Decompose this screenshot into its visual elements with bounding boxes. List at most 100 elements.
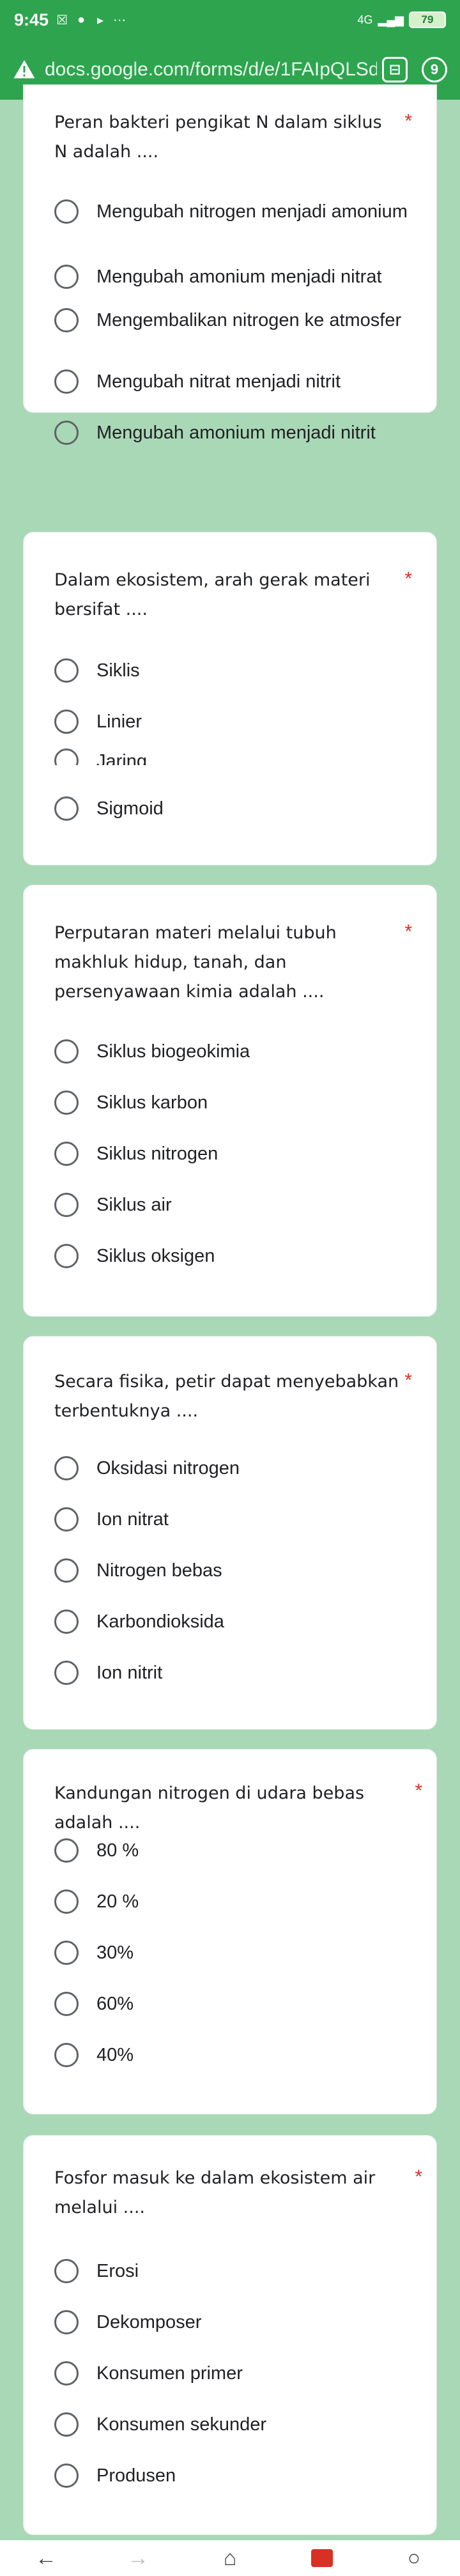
radio-button[interactable] <box>54 1661 79 1685</box>
signal-icon: ▂▄▆ <box>378 13 404 26</box>
radio-option[interactable]: Mengubah amonium menjadi nitrat <box>54 264 412 290</box>
radio-option[interactable]: Mengubah nitrogen menjadi amonium <box>54 199 412 224</box>
radio-option[interactable]: 20 % <box>54 1889 412 1914</box>
radio-button[interactable] <box>54 2463 79 2488</box>
radio-option[interactable]: Produsen <box>54 2463 412 2488</box>
option-label: Karbondioksida <box>96 1611 224 1632</box>
option-label: Oksidasi nitrogen <box>96 1458 240 1478</box>
option-label: Sigmoid <box>96 798 164 819</box>
radio-button[interactable] <box>54 421 79 445</box>
radio-button[interactable] <box>54 308 79 332</box>
radio-button[interactable] <box>54 796 79 821</box>
radio-option[interactable]: 30% <box>54 1940 412 1966</box>
radio-button[interactable] <box>54 1142 79 1166</box>
sync-icon: ● <box>77 12 86 27</box>
radio-button[interactable] <box>54 2361 79 2386</box>
option-label: Jaring <box>96 751 147 765</box>
radio-option[interactable]: Siklus air <box>54 1192 412 1218</box>
radio-option[interactable]: 80 % <box>54 1838 412 1863</box>
bottom-nav: ← → ⌂ ○ <box>0 2540 460 2576</box>
radio-option[interactable]: Ion nitrit <box>54 1660 412 1686</box>
radio-button[interactable] <box>54 2043 79 2067</box>
radio-option[interactable]: Nitrogen bebas <box>54 1558 412 1583</box>
warning-icon[interactable] <box>13 58 36 81</box>
radio-button[interactable] <box>54 1244 79 1268</box>
option-label: Produsen <box>96 2465 176 2486</box>
radio-button[interactable] <box>54 1039 79 1064</box>
radio-option[interactable]: Siklus oksigen <box>54 1243 412 1269</box>
radio-button[interactable] <box>54 199 79 224</box>
radio-option[interactable]: Konsumen primer <box>54 2361 412 2386</box>
radio-option[interactable]: Siklus biogeokimia <box>54 1039 412 1064</box>
required-marker: * <box>404 921 412 942</box>
radio-option[interactable]: Siklis <box>54 658 412 683</box>
radio-button[interactable] <box>54 2412 79 2437</box>
home-icon[interactable]: ⌂ <box>211 2540 249 2576</box>
radio-option[interactable]: Ion nitrat <box>54 1507 412 1532</box>
radio-button[interactable] <box>54 1838 79 1863</box>
radio-option[interactable]: 40% <box>54 2042 412 2068</box>
menu-icon[interactable]: ○ <box>395 2540 433 2576</box>
play-icon: ▸ <box>97 13 104 27</box>
question-card: Kandungan nitrogen di udara bebas adalah… <box>23 1749 437 2114</box>
question-card: Perputaran materi melalui tubuh makhluk … <box>23 885 437 1317</box>
question-title: Dalam ekosistem, arah gerak materi bersi… <box>54 570 371 619</box>
radio-option[interactable]: Erosi <box>54 2258 412 2284</box>
radio-button[interactable] <box>54 2259 79 2283</box>
radio-option[interactable]: Mengubah nitrat menjadi nitrit <box>54 369 412 394</box>
radio-button[interactable] <box>54 1610 79 1634</box>
radio-option[interactable]: Siklus nitrogen <box>54 1141 412 1167</box>
notification-icon: ☒ <box>56 13 68 27</box>
radio-option[interactable]: Konsumen sekunder <box>54 2412 412 2437</box>
radio-button[interactable] <box>54 1507 79 1532</box>
network-label: 4G <box>357 13 373 26</box>
question-title: Perputaran materi melalui tubuh makhluk … <box>54 923 337 1002</box>
radio-option[interactable]: Dekomposer <box>54 2309 412 2335</box>
radio-option[interactable]: Karbondioksida <box>54 1609 412 1634</box>
tab-count-button[interactable]: 9 <box>422 57 447 82</box>
radio-button[interactable] <box>54 369 79 394</box>
radio-button[interactable] <box>54 658 79 683</box>
question-title: Kandungan nitrogen di udara bebas adalah… <box>54 1783 365 1833</box>
option-label: Konsumen primer <box>96 2363 243 2384</box>
radio-button[interactable] <box>54 1558 79 1583</box>
required-marker: * <box>415 1780 422 1801</box>
radio-button[interactable] <box>54 1889 79 1914</box>
forward-icon[interactable]: → <box>119 2540 157 2576</box>
radio-option[interactable]: Linier <box>54 709 412 734</box>
url-text[interactable]: docs.google.com/forms/d/e/1FAIpQLSdFu <box>45 59 377 81</box>
back-icon[interactable]: ← <box>27 2540 65 2576</box>
radio-button[interactable] <box>54 1193 79 1217</box>
radio-button[interactable] <box>54 265 79 289</box>
tabs-briefcase-icon[interactable]: ⊟ <box>382 57 408 82</box>
app-icon[interactable] <box>303 2540 341 2576</box>
battery-icon: 79 <box>409 12 446 28</box>
radio-option[interactable]: Sigmoid <box>54 796 412 821</box>
option-label: Mengubah amonium menjadi nitrat <box>96 267 382 287</box>
radio-option[interactable]: Jaring <box>54 749 412 765</box>
option-label: Siklis <box>96 660 140 681</box>
radio-button[interactable] <box>54 1090 79 1115</box>
question-card: Fosfor masuk ke dalam ekosistem air mela… <box>23 2135 437 2535</box>
option-label: Ion nitrat <box>96 1509 169 1530</box>
question-card: Dalam ekosistem, arah gerak materi bersi… <box>23 532 437 865</box>
radio-button[interactable] <box>54 1992 79 2016</box>
option-label: Linier <box>96 711 142 732</box>
radio-option[interactable]: 60% <box>54 1991 412 2017</box>
radio-button[interactable] <box>54 1941 79 1965</box>
option-label: Nitrogen bebas <box>96 1560 222 1581</box>
radio-button[interactable] <box>54 749 79 765</box>
radio-button[interactable] <box>54 2310 79 2334</box>
radio-option[interactable]: Mengembalikan nitrogen ke atmosfer <box>54 307 412 333</box>
radio-button[interactable] <box>54 1456 79 1480</box>
option-label: Mengubah nitrat menjadi nitrit <box>96 371 341 392</box>
option-label: 20 % <box>96 1891 139 1912</box>
option-label: Mengembalikan nitrogen ke atmosfer <box>96 310 402 330</box>
radio-button[interactable] <box>54 710 79 734</box>
radio-option[interactable]: Siklus karbon <box>54 1090 412 1115</box>
radio-option[interactable]: Oksidasi nitrogen <box>54 1455 412 1481</box>
option-label: Siklus air <box>96 1195 172 1215</box>
option-label: Erosi <box>96 2261 139 2281</box>
radio-option[interactable]: Mengubah amonium menjadi nitrit <box>54 420 412 446</box>
required-marker: * <box>404 111 412 132</box>
